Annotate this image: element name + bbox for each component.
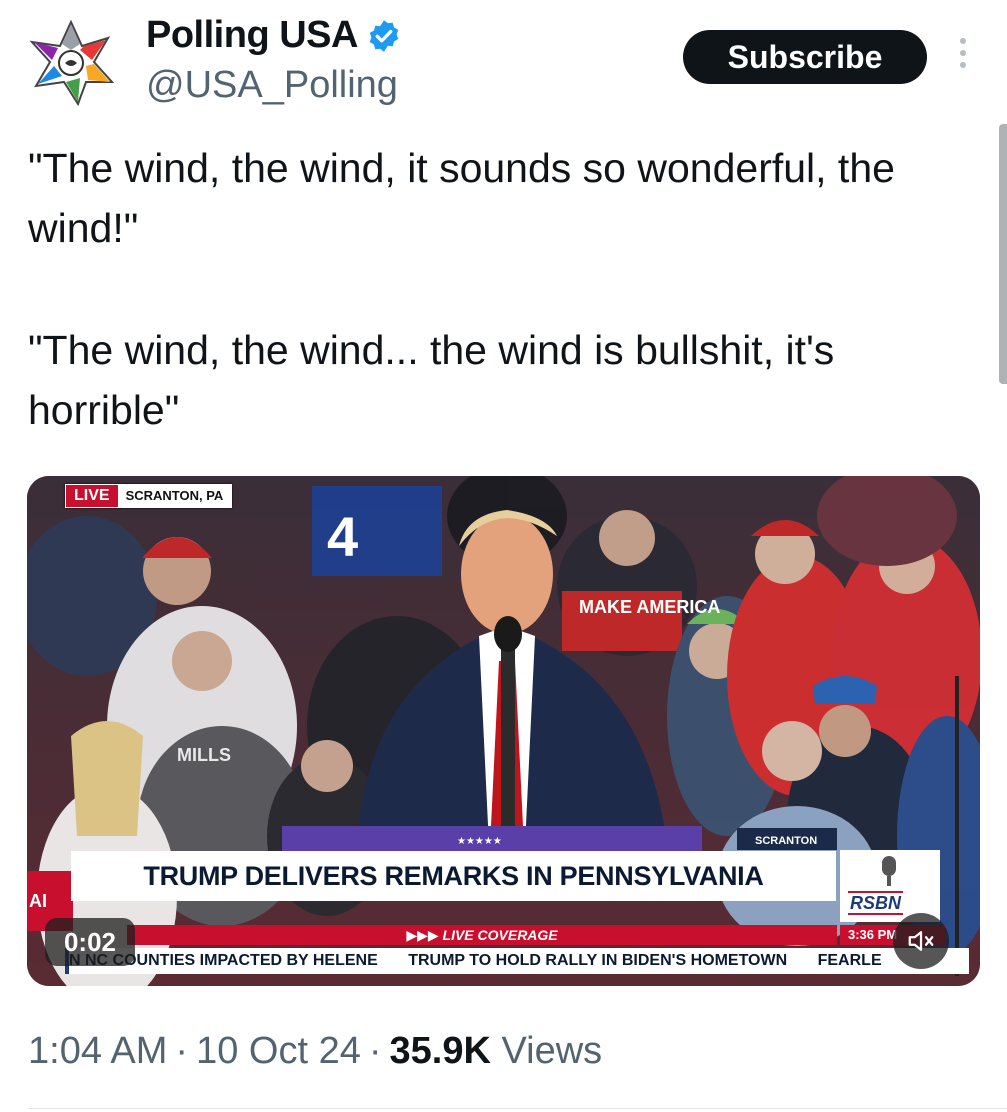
scrollbar[interactable] [999, 124, 1007, 384]
microphone-icon [882, 856, 896, 886]
tweet-paragraph: "The wind, the wind, it sounds so wonder… [28, 145, 895, 251]
more-vertical-icon[interactable] [954, 38, 972, 78]
tweet-time[interactable]: 1:04 AM [28, 1030, 167, 1072]
video-frame: MAKE AMERICA 4 MILLS ★★★★★ SCRANTON [27, 476, 980, 986]
subscribe-button[interactable]: Subscribe [683, 30, 927, 84]
mute-button[interactable] [893, 913, 949, 969]
tweet-text: "The wind, the wind, it sounds so wonder… [28, 138, 968, 440]
sign-text: MAKE AMERICA [579, 597, 720, 617]
live-label: LIVE [66, 485, 118, 507]
video-player[interactable]: MAKE AMERICA 4 MILLS ★★★★★ SCRANTON LIVE… [27, 476, 980, 986]
meta-separator: · [175, 1030, 189, 1072]
tweet-date[interactable]: 10 Oct 24 [196, 1030, 361, 1072]
location-label: SCRANTON, PA [117, 485, 232, 507]
speaker-muted-icon [908, 931, 934, 951]
author-handle[interactable]: @USA_Polling [146, 64, 398, 107]
shirt-text: MILLS [177, 745, 231, 765]
news-ticker: N NC COUNTIES IMPACTED BY HELENE TRUMP T… [65, 948, 969, 974]
profile-avatar[interactable] [28, 20, 114, 106]
meta-separator: · [368, 1030, 382, 1072]
live-coverage-bar: ▶▶▶ LIVE COVERAGE [127, 925, 837, 945]
divider [28, 1108, 1007, 1109]
broadcast-headline: TRUMP DELIVERS REMARKS IN PENNSYLVANIA [71, 851, 836, 901]
live-tag: LIVE SCRANTON, PA [65, 484, 233, 508]
svg-text:★★★★★: ★★★★★ [457, 836, 502, 847]
verified-badge-icon [369, 19, 399, 52]
video-elapsed-time: 0:02 [45, 918, 135, 966]
ticker-item: TRUMP TO HOLD RALLY IN BIDEN'S HOMETOWN [408, 952, 788, 969]
author-display-name[interactable]: Polling USA [146, 14, 358, 57]
sign-number: 4 [327, 505, 358, 568]
author-name-row[interactable]: Polling USA [146, 14, 402, 57]
podium-sign-text: SCRANTON [755, 835, 817, 847]
views-label[interactable]: Views [501, 1030, 602, 1072]
tweet-paragraph: "The wind, the wind... the wind is bulls… [28, 327, 835, 433]
ticker-item: FEARLE [817, 952, 882, 969]
views-count[interactable]: 35.9K [390, 1030, 491, 1072]
network-logo: RSBN [848, 891, 904, 915]
tweet-meta: 1:04 AM · 10 Oct 24 · 35.9K Views [28, 1030, 602, 1073]
